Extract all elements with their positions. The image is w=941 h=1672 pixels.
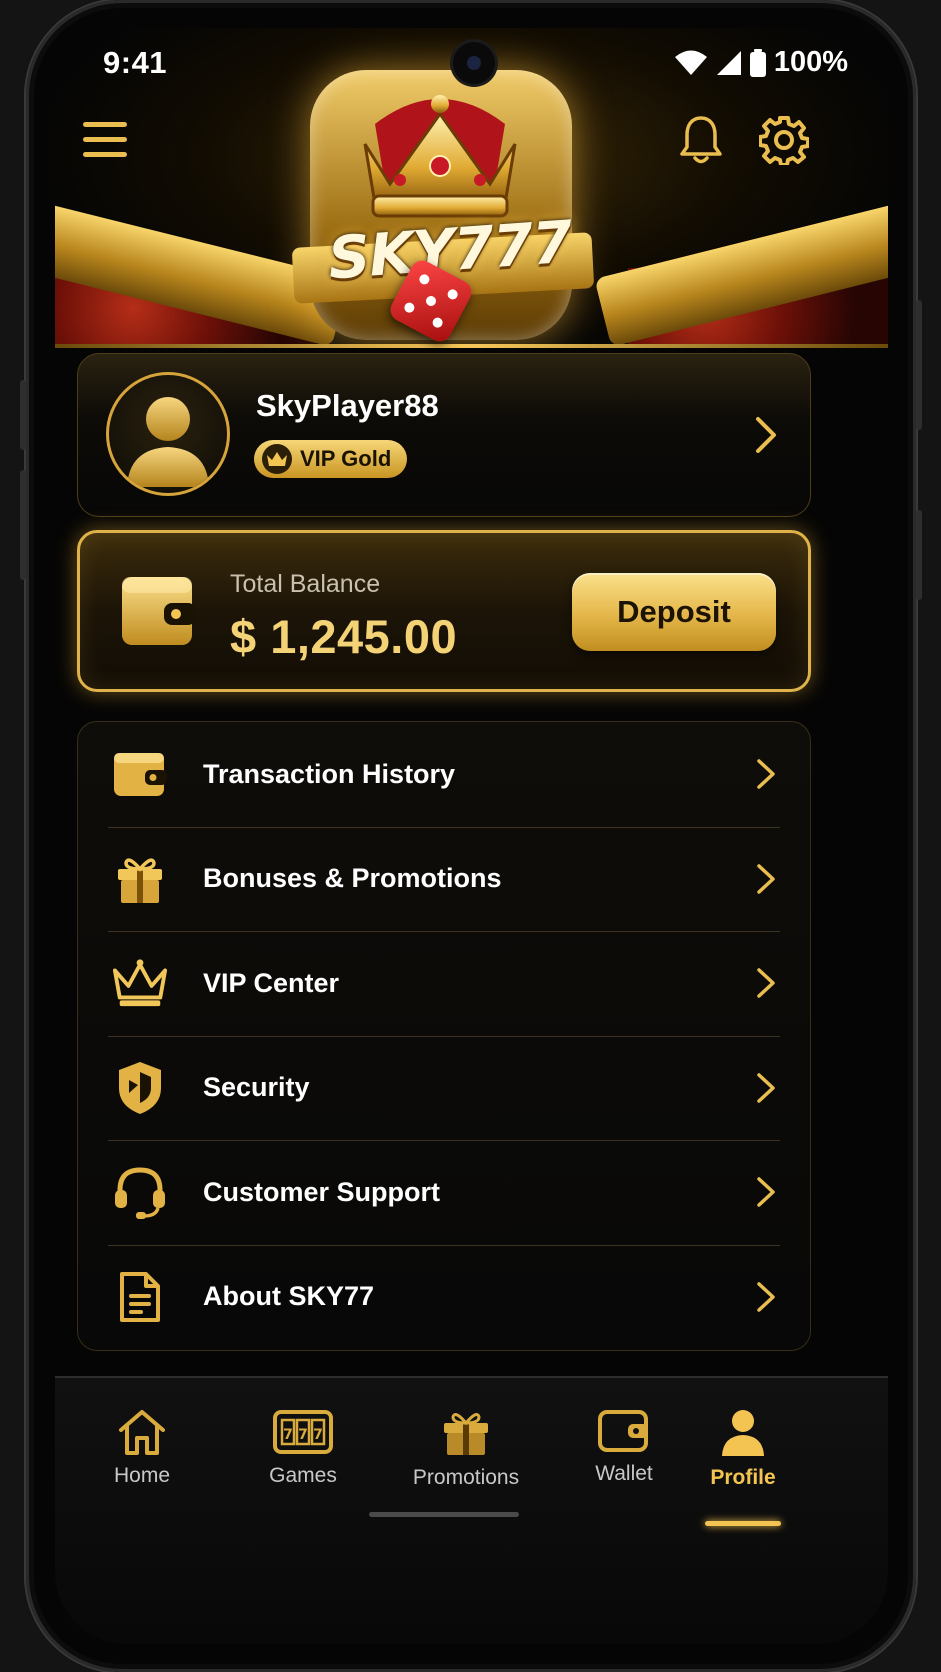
notifications-button[interactable] bbox=[669, 108, 733, 172]
gear-icon bbox=[759, 116, 809, 165]
volume-down-button bbox=[20, 470, 26, 580]
menu-item-label: Security bbox=[203, 1072, 310, 1103]
menu-button[interactable] bbox=[73, 108, 137, 172]
slot-machine-icon: 777 bbox=[273, 1410, 333, 1454]
status-time: 9:41 bbox=[103, 45, 168, 80]
user-avatar-icon bbox=[127, 397, 209, 487]
menu-item-about[interactable]: About SKY77 bbox=[78, 1244, 810, 1350]
headset-icon bbox=[112, 1164, 168, 1220]
volume-up-button bbox=[20, 380, 26, 450]
active-tab-indicator bbox=[705, 1521, 781, 1526]
chevron-right-icon bbox=[757, 864, 775, 894]
bell-icon bbox=[680, 116, 722, 164]
gift-icon bbox=[112, 851, 168, 907]
menu-item-security[interactable]: Security bbox=[78, 1035, 810, 1141]
deposit-button[interactable]: Deposit bbox=[572, 573, 776, 651]
nav-label: Games bbox=[269, 1464, 337, 1487]
avatar bbox=[106, 372, 230, 496]
balance-label: Total Balance bbox=[230, 570, 381, 598]
menu-item-label: About SKY77 bbox=[203, 1281, 375, 1312]
nav-label: Home bbox=[113, 1464, 171, 1487]
nav-promotions[interactable]: Promotions bbox=[391, 1408, 541, 1490]
chevron-right-icon bbox=[757, 1177, 775, 1207]
profile-card[interactable]: SkyPlayer88 VIP Gold bbox=[77, 353, 811, 517]
username: SkyPlayer88 bbox=[256, 388, 439, 423]
nav-home[interactable]: Home bbox=[67, 1408, 217, 1488]
chevron-right-icon bbox=[757, 1073, 775, 1103]
menu-item-label: Customer Support bbox=[203, 1176, 441, 1207]
wifi-icon bbox=[674, 50, 707, 75]
menu-item-transaction-history[interactable]: Transaction History bbox=[78, 722, 810, 827]
chevron-right-icon bbox=[756, 417, 776, 453]
status-icons: 100% bbox=[674, 46, 848, 79]
signal-icon bbox=[716, 50, 741, 75]
menu-item-label: Bonuses & Promotions bbox=[203, 863, 502, 894]
menu-item-label: VIP Center bbox=[203, 967, 340, 998]
vip-level-label: VIP Gold bbox=[300, 446, 392, 471]
chevron-right-icon bbox=[757, 1282, 775, 1312]
shield-icon bbox=[112, 1060, 168, 1116]
home-icon bbox=[119, 1410, 165, 1455]
bottom-navigation: Home 777 Games Promotions Wallet Profile bbox=[55, 1376, 888, 1644]
balance-card: Total Balance $ 1,245.00 Deposit bbox=[77, 530, 811, 692]
battery-percentage: 100% bbox=[773, 46, 848, 78]
svg-text:7: 7 bbox=[298, 1427, 308, 1443]
battery-icon bbox=[749, 48, 766, 77]
wallet-icon bbox=[598, 1410, 648, 1452]
chevron-right-icon bbox=[757, 759, 775, 789]
balance-amount: $ 1,245.00 bbox=[230, 610, 458, 663]
front-camera bbox=[453, 42, 495, 84]
chevron-right-icon bbox=[757, 968, 775, 998]
svg-text:7: 7 bbox=[313, 1427, 323, 1443]
vip-crown-icon bbox=[262, 444, 292, 474]
menu-item-label: Transaction History bbox=[203, 758, 456, 789]
side-key bbox=[916, 510, 922, 600]
profile-menu: Transaction History Bonuses & Promotions… bbox=[77, 721, 811, 1351]
menu-item-bonuses-promotions[interactable]: Bonuses & Promotions bbox=[78, 826, 810, 932]
settings-button[interactable] bbox=[752, 108, 816, 172]
nav-label: Wallet bbox=[595, 1462, 653, 1485]
vip-badge: VIP Gold bbox=[254, 440, 408, 478]
status-bar: 9:41 100% bbox=[55, 28, 888, 108]
nav-profile[interactable]: Profile bbox=[668, 1408, 818, 1490]
user-icon bbox=[722, 1410, 764, 1456]
nav-games[interactable]: 777 Games bbox=[228, 1408, 378, 1488]
app-screen: SKY777 9:41 100% SkyPlayer88 VIP Gold To… bbox=[55, 28, 888, 1644]
power-button bbox=[916, 300, 922, 430]
nav-label: Promotions bbox=[412, 1466, 520, 1489]
banner-edge bbox=[55, 344, 888, 348]
svg-text:7: 7 bbox=[283, 1427, 293, 1443]
home-indicator bbox=[369, 1512, 519, 1517]
crown-icon bbox=[112, 955, 168, 1011]
header-banner: SKY777 9:41 100% bbox=[55, 28, 888, 348]
menu-item-vip-center[interactable]: VIP Center bbox=[78, 931, 810, 1036]
nav-label: Profile bbox=[710, 1466, 776, 1489]
hamburger-icon bbox=[83, 122, 127, 157]
document-icon bbox=[112, 1269, 168, 1325]
wallet-icon bbox=[122, 577, 196, 645]
gift-icon bbox=[444, 1413, 488, 1455]
menu-item-customer-support[interactable]: Customer Support bbox=[78, 1140, 810, 1245]
wallet-icon bbox=[112, 746, 168, 802]
